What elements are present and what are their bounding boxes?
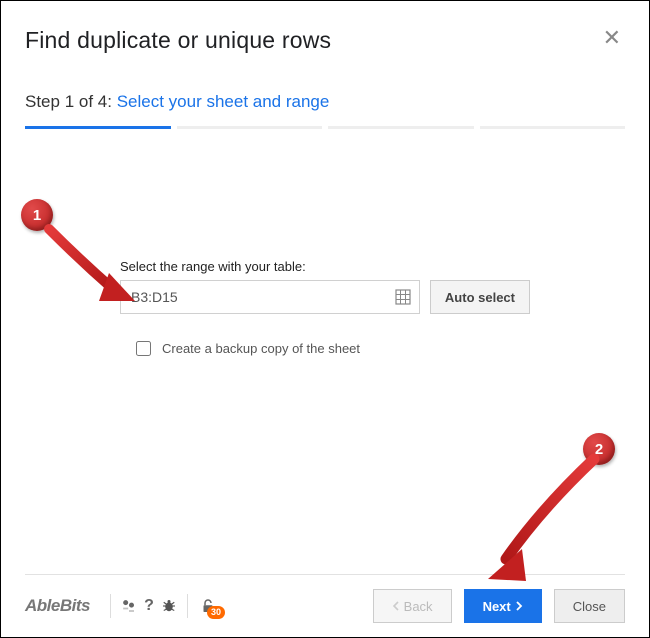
backup-checkbox[interactable] (136, 341, 151, 356)
badge-count: 30 (207, 606, 225, 619)
auto-select-button[interactable]: Auto select (430, 280, 530, 314)
separator-2 (187, 594, 188, 618)
brand-logo: AbleBits (25, 596, 102, 616)
close-button[interactable]: Close (554, 589, 625, 623)
dialog: Find duplicate or unique rows ✕ Step 1 o… (1, 1, 649, 637)
range-label: Select the range with your table: (120, 259, 530, 274)
grid-icon[interactable] (395, 289, 411, 305)
dialog-header: Find duplicate or unique rows ✕ (25, 23, 625, 54)
dialog-title: Find duplicate or unique rows (25, 27, 331, 54)
chevron-right-icon (515, 601, 523, 611)
form-block: Select the range with your table: Auto s… (120, 259, 530, 359)
range-input-row: Auto select (120, 280, 530, 314)
footer-left: AbleBits ? 30 (25, 594, 220, 618)
help-icon[interactable]: ? (139, 596, 159, 616)
backup-label[interactable]: Create a backup copy of the sheet (162, 341, 360, 356)
range-input[interactable] (121, 281, 395, 313)
next-button[interactable]: Next (464, 589, 542, 623)
footer: AbleBits ? 30 Back Next C (25, 574, 625, 637)
back-button-label: Back (404, 599, 433, 614)
range-input-wrap (120, 280, 420, 314)
close-icon[interactable]: ✕ (599, 23, 625, 53)
unlock-icon[interactable]: 30 (196, 594, 220, 618)
community-icon[interactable] (119, 596, 139, 616)
step-indicator: Step 1 of 4: Select your sheet and range (25, 92, 625, 112)
main-content: Select the range with your table: Auto s… (25, 129, 625, 574)
step-link[interactable]: Select your sheet and range (117, 92, 330, 111)
footer-right: Back Next Close (373, 589, 625, 623)
separator (110, 594, 111, 618)
chevron-left-icon (392, 601, 400, 611)
back-button[interactable]: Back (373, 589, 452, 623)
next-button-label: Next (483, 599, 511, 614)
backup-row: Create a backup copy of the sheet (132, 338, 530, 359)
bug-icon[interactable] (159, 596, 179, 616)
step-prefix: Step 1 of 4: (25, 92, 117, 111)
